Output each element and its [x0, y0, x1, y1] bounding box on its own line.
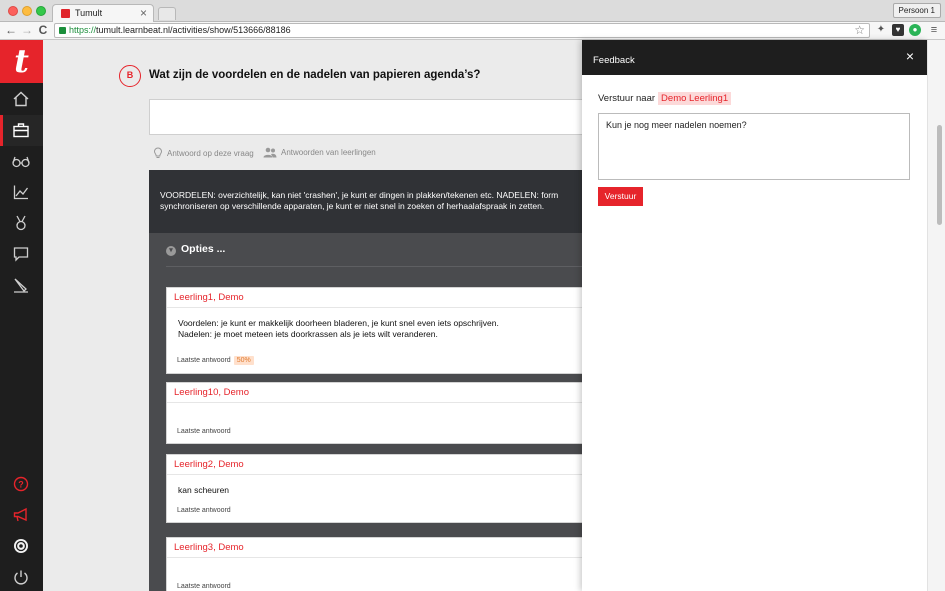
reload-button[interactable]: C — [36, 23, 50, 37]
help-icon: ? — [13, 476, 29, 492]
tumult-logo[interactable]: t — [0, 40, 43, 83]
tab-title: Tumult — [75, 8, 103, 18]
app-sidebar: t ? — [0, 40, 43, 591]
close-icon[interactable]: × — [906, 49, 914, 63]
answer-meta: Laatste antwoord — [177, 583, 231, 590]
student-answer-card: Leerling3, Demo Laatste antwoord — [166, 537, 582, 591]
pencil-nav-item[interactable] — [0, 270, 43, 301]
help-nav-item[interactable]: ? — [0, 469, 43, 500]
options-label: Opties ... — [181, 243, 226, 255]
chart-nav-item[interactable] — [0, 177, 43, 208]
lightbulb-icon — [153, 147, 163, 158]
question-title: Wat zijn de voordelen en de nadelen van … — [149, 69, 481, 81]
chat-icon — [13, 247, 29, 262]
answer-meta: Laatste antwoord — [177, 428, 231, 435]
model-answer-line: VOORDELEN: overzichtelijk, kan niet 'cra… — [160, 190, 559, 200]
chart-icon — [13, 185, 29, 200]
student-answer-text — [167, 558, 582, 568]
student-name[interactable]: Leerling3, Demo — [167, 538, 582, 558]
answer-meta: Laatste antwoord 50% — [177, 356, 254, 365]
address-bar[interactable]: https://tumult.learnbeat.nl/activities/s… — [54, 23, 870, 38]
browser-menu-icon[interactable]: ≡ — [928, 24, 940, 36]
student-answer-text — [167, 403, 582, 413]
profile-button[interactable]: Persoon 1 — [892, 3, 941, 18]
send-feedback-button[interactable]: Verstuur — [598, 187, 643, 206]
send-to-row: Verstuur naar Demo Leerling1 — [598, 92, 732, 105]
student-answer-card: Leerling10, Demo Laatste antwoord — [166, 382, 582, 444]
answer-question-link[interactable]: Antwoord op deze vraag — [153, 147, 254, 159]
svg-text:?: ? — [18, 480, 24, 490]
home-nav-item[interactable] — [0, 84, 43, 115]
student-answer-text: Voordelen: je kunt er makkelijk doorheen… — [178, 318, 499, 339]
url-text: https://tumult.learnbeat.nl/activities/s… — [69, 25, 291, 35]
answer-input[interactable] — [149, 99, 582, 135]
answer-question-label: Antwoord op deze vraag — [167, 149, 254, 158]
announcements-nav-item[interactable] — [0, 500, 43, 531]
green-extension-icon[interactable]: ● — [909, 24, 921, 36]
new-tab-button[interactable] — [158, 7, 176, 20]
medal-nav-item[interactable] — [0, 208, 43, 239]
model-answer-line: synchroniseren op verschillende apparate… — [160, 201, 545, 211]
tab-close-button[interactable]: × — [140, 6, 147, 20]
briefcase-icon — [13, 123, 29, 138]
pocket-extension-icon[interactable]: ♥ — [892, 24, 904, 36]
home-icon — [13, 91, 29, 107]
profile-badge-nav-item[interactable] — [0, 531, 43, 562]
chevron-down-icon: ▾ — [166, 246, 176, 256]
medal-icon — [16, 215, 26, 231]
send-to-label: Verstuur naar — [598, 93, 656, 104]
answer-meta: Laatste antwoord — [177, 507, 231, 514]
recipient-tag[interactable]: Demo Leerling1 — [658, 92, 732, 105]
student-answer-card: Leerling1, Demo Voordelen: je kunt er ma… — [166, 287, 582, 374]
people-icon — [263, 147, 277, 158]
briefcase-nav-item[interactable] — [0, 115, 43, 146]
feedback-title: Feedback — [593, 55, 635, 66]
browser-tab[interactable]: Tumult × — [52, 4, 154, 22]
question-letter-badge: B — [119, 65, 141, 87]
glasses-icon — [12, 156, 30, 168]
student-name[interactable]: Leerling2, Demo — [167, 455, 582, 475]
feedback-panel: Feedback × Verstuur naar Demo Leerling1 K… — [582, 40, 927, 591]
student-answers-link[interactable]: Antwoorden van leerlingen — [263, 147, 376, 158]
main-content: B Wat zijn de voordelen en de nadelen va… — [43, 40, 582, 591]
glasses-nav-item[interactable] — [0, 146, 43, 177]
lock-icon — [59, 27, 66, 34]
megaphone-icon — [13, 507, 27, 522]
tumult-favicon-icon — [61, 9, 70, 18]
close-window-button[interactable] — [8, 6, 18, 16]
browser-tabbar: Tumult × Persoon 1 — [0, 0, 945, 22]
score-badge: 50% — [233, 356, 254, 365]
maximize-window-button[interactable] — [36, 6, 46, 16]
back-button[interactable]: ← — [4, 23, 18, 37]
feedback-message-input[interactable]: Kun je nog meer nadelen noemen? — [598, 113, 910, 180]
student-name[interactable]: Leerling1, Demo — [167, 288, 582, 308]
student-answer-text: kan scheuren — [178, 485, 230, 495]
browser-toolbar: ← → C https://tumult.learnbeat.nl/activi… — [0, 22, 945, 40]
forward-button[interactable]: → — [20, 23, 34, 37]
minimize-window-button[interactable] — [22, 6, 32, 16]
feedback-header: Feedback × — [582, 40, 927, 75]
scrollbar-thumb[interactable] — [937, 125, 942, 225]
power-icon — [14, 570, 28, 585]
answers-panel: VOORDELEN: overzichtelijk, kan niet 'cra… — [149, 170, 582, 591]
model-answer: VOORDELEN: overzichtelijk, kan niet 'cra… — [149, 170, 582, 233]
bookmark-star-icon[interactable]: ☆ — [854, 23, 865, 37]
options-toggle[interactable]: ▾ Opties ... — [166, 243, 225, 256]
extension-puzzle-icon[interactable]: ✦ — [875, 24, 887, 36]
student-name[interactable]: Leerling10, Demo — [167, 383, 582, 403]
badge-icon — [14, 539, 28, 553]
pencil-icon — [14, 278, 28, 293]
student-answers-label: Antwoorden van leerlingen — [281, 148, 376, 157]
student-answer-card: Leerling2, Demo kan scheuren Laatste ant… — [166, 454, 582, 523]
logout-nav-item[interactable] — [0, 562, 43, 591]
divider — [166, 266, 582, 267]
chat-nav-item[interactable] — [0, 239, 43, 270]
page-scrollbar[interactable] — [927, 40, 945, 591]
